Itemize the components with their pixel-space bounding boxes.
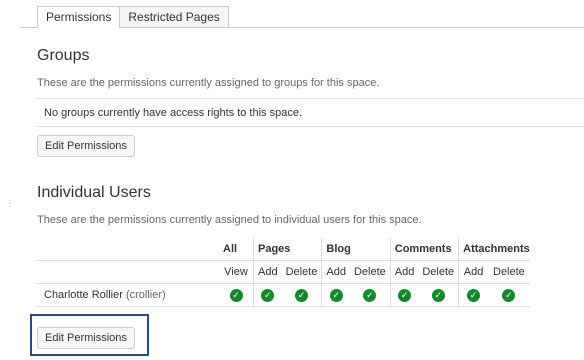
groups-description: These are the permissions currently assi… <box>37 77 380 89</box>
check-circle-icon: ✓ <box>467 288 481 302</box>
groups-empty-message: No groups currently have access rights t… <box>44 107 303 119</box>
tab-restricted-pages[interactable]: Restricted Pages <box>119 6 229 27</box>
subcol-attachments-add: Add <box>458 260 489 284</box>
check-circle-icon: ✓ <box>363 288 377 302</box>
user-username: (crollier) <box>125 289 166 301</box>
permissions-subheader-row: View Add Delete Add Delete Add Delete Ad… <box>37 260 530 284</box>
tab-permissions[interactable]: Permissions <box>37 6 121 28</box>
subcol-blog-delete: Delete <box>349 260 391 284</box>
subcol-pages-delete: Delete <box>281 260 322 284</box>
check-circle-icon: ✓ <box>261 288 275 302</box>
individual-permissions-table: All Pages Blog Comments Attachments View… <box>37 238 530 307</box>
subcol-all-view: View <box>219 260 254 284</box>
subcol-comments-delete: Delete <box>418 260 459 284</box>
ellipsis-icon[interactable]: ⋮ <box>6 200 14 208</box>
groups-title: Groups <box>37 47 90 64</box>
check-circle-icon: ✓ <box>431 288 445 302</box>
permissions-group-header-row: All Pages Blog Comments Attachments <box>37 238 530 261</box>
check-circle-icon: ✓ <box>398 288 412 302</box>
subcol-comments-add: Add <box>389 260 419 284</box>
space-permissions-page: Permissions Restricted Pages Groups Thes… <box>0 0 584 360</box>
column-group-pages: Pages <box>252 238 322 261</box>
check-circle-icon: ✓ <box>294 288 308 302</box>
individual-users-description: These are the permissions currently assi… <box>37 214 422 226</box>
column-group-all: All <box>223 243 238 255</box>
table-row: Charlotte Rollier (crollier) ✓ ✓ ✓ ✓ ✓ ✓… <box>37 283 530 307</box>
subcol-blog-add: Add <box>321 260 350 284</box>
column-group-attachments: Attachments <box>458 238 530 261</box>
check-circle-icon: ✓ <box>229 288 243 302</box>
individual-users-title: Individual Users <box>37 184 151 201</box>
column-group-comments: Comments <box>389 238 459 261</box>
user-cell: Charlotte Rollier (crollier) <box>37 283 219 307</box>
subcol-attachments-delete: Delete <box>488 260 530 284</box>
check-circle-icon: ✓ <box>502 288 516 302</box>
column-group-blog: Blog <box>321 238 391 261</box>
tab-bar: Permissions Restricted Pages <box>37 6 229 28</box>
subcol-pages-add: Add <box>252 260 282 284</box>
groups-table-bottom-border <box>37 126 584 127</box>
user-name: Charlotte Rollier <box>44 289 123 301</box>
individual-edit-permissions-button[interactable]: Edit Permissions <box>37 327 135 349</box>
groups-edit-permissions-button[interactable]: Edit Permissions <box>37 135 135 157</box>
check-circle-icon: ✓ <box>329 288 343 302</box>
groups-table-top-border <box>37 98 584 99</box>
